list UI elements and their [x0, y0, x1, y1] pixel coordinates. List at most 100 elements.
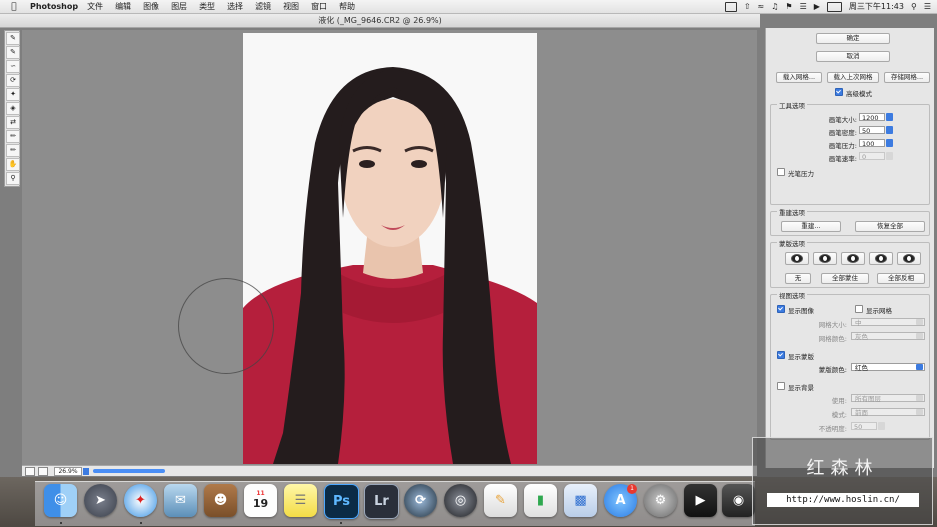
menu-layer[interactable]: 图层: [171, 1, 187, 12]
zoom-dropdown-arrow-icon[interactable]: [83, 467, 89, 475]
save-mesh-button[interactable]: 存储网格...: [884, 72, 930, 83]
chevron-down-icon: [916, 395, 923, 401]
photoshop-icon[interactable]: Ps: [324, 484, 359, 519]
mesh-size-select[interactable]: 中: [851, 318, 925, 327]
mask-color-value: 红色: [855, 364, 868, 372]
menu-filter[interactable]: 滤镜: [255, 1, 271, 12]
dvd-player-icon[interactable]: ◉: [722, 484, 755, 517]
spotlight-icon[interactable]: ⚲: [911, 2, 917, 11]
restore-all-button[interactable]: 恢复全部: [855, 221, 925, 232]
freeze-mask-tool-icon[interactable]: ✏: [6, 130, 20, 143]
menu-edit[interactable]: 编辑: [115, 1, 131, 12]
mask-subtract-button[interactable]: [841, 252, 865, 265]
load-last-mesh-button[interactable]: 载入上次网格: [827, 72, 879, 83]
calendar-date: 19: [252, 497, 269, 510]
reconstruct-button[interactable]: 重建...: [781, 221, 841, 232]
aperture-icon[interactable]: ◎: [444, 484, 477, 517]
push-left-tool-icon[interactable]: ⇄: [6, 116, 20, 129]
safari-icon[interactable]: ✦: [124, 484, 157, 517]
finder-icon[interactable]: ☺: [44, 484, 77, 517]
menu-image[interactable]: 图像: [143, 1, 159, 12]
flag-icon[interactable]: ⚑: [785, 2, 792, 11]
zoom-in-button[interactable]: [38, 466, 48, 476]
launchpad-icon[interactable]: ➤: [84, 484, 117, 517]
notification-center-icon[interactable]: ☰: [924, 2, 931, 11]
liquify-options-panel: 确定 取消 载入网格... 载入上次网格 存储网格... 高级模式 工具选项 画…: [765, 28, 934, 468]
show-mask-checkbox[interactable]: [777, 351, 785, 359]
mesh-color-select[interactable]: 灰色: [851, 332, 925, 341]
mask-none-button[interactable]: 无: [785, 273, 811, 284]
brush-rate-field[interactable]: 0: [859, 152, 885, 161]
final-cut-icon[interactable]: ▶: [684, 484, 717, 517]
smooth-tool-icon[interactable]: ∽: [6, 60, 20, 73]
mask-intersect-button[interactable]: [869, 252, 893, 265]
advanced-mode-checkbox[interactable]: [835, 88, 843, 96]
camera-icon[interactable]: [724, 1, 737, 12]
headset-icon[interactable]: ♫: [771, 2, 778, 11]
use-layer-select[interactable]: 所有图层: [851, 394, 925, 403]
keynote-icon[interactable]: ▩: [564, 484, 597, 517]
brush-size-stepper[interactable]: [886, 113, 893, 121]
brush-density-field[interactable]: 50: [859, 126, 885, 135]
app-store-badge: 1: [627, 484, 637, 494]
mode-select[interactable]: 前面: [851, 408, 925, 417]
ok-button[interactable]: 确定: [816, 33, 890, 44]
wifi-icon[interactable]: ☰: [800, 2, 807, 11]
menu-select[interactable]: 选择: [227, 1, 243, 12]
calendar-icon[interactable]: 11 19: [244, 484, 277, 517]
brush-pressure-stepper[interactable]: [886, 139, 893, 147]
mesh-size-label: 网格大小:: [818, 321, 847, 329]
wifi-warning-icon[interactable]: ≈: [758, 2, 765, 11]
clock[interactable]: 周三下午11:43: [849, 1, 904, 12]
contacts-icon[interactable]: ☻: [204, 484, 237, 517]
zoom-out-button[interactable]: [25, 466, 35, 476]
portrait-photo[interactable]: [243, 33, 537, 464]
forward-warp-tool-icon[interactable]: ✎: [6, 32, 20, 45]
volume-icon[interactable]: ▶: [814, 2, 820, 11]
lightroom-icon[interactable]: Lr: [364, 484, 399, 519]
brush-density-stepper[interactable]: [886, 126, 893, 134]
menu-type[interactable]: 类型: [199, 1, 215, 12]
notes-icon[interactable]: ☰: [284, 484, 317, 517]
stylus-pressure-checkbox[interactable]: [777, 168, 785, 176]
thaw-mask-tool-icon[interactable]: ✏: [6, 144, 20, 157]
brush-size-field[interactable]: 1200: [859, 113, 885, 122]
menu-view[interactable]: 视图: [283, 1, 299, 12]
brush-rate-stepper[interactable]: [886, 152, 893, 160]
mask-add-button[interactable]: [813, 252, 837, 265]
mask-replace-button[interactable]: [785, 252, 809, 265]
show-mesh-checkbox[interactable]: [855, 305, 863, 313]
time-machine-icon[interactable]: ⟳: [404, 484, 437, 517]
reconstruct-options-group: 重建选项 重建... 恢复全部: [770, 207, 930, 236]
mask-color-select[interactable]: 红色: [851, 363, 925, 372]
mask-invert-button[interactable]: [897, 252, 921, 265]
cancel-button[interactable]: 取消: [816, 51, 890, 62]
pages-icon[interactable]: ✎: [484, 484, 517, 517]
share-icon[interactable]: ⇧: [744, 2, 751, 11]
opacity-stepper[interactable]: [878, 422, 885, 430]
menu-window[interactable]: 窗口: [311, 1, 327, 12]
show-image-checkbox[interactable]: [777, 305, 785, 313]
mask-all-button[interactable]: 全部蒙住: [821, 273, 869, 284]
battery-icon[interactable]: [826, 1, 842, 12]
menu-help[interactable]: 帮助: [339, 1, 355, 12]
app-menu[interactable]: Photoshop: [30, 2, 78, 11]
zoom-tool-icon[interactable]: ⚲: [6, 172, 20, 185]
brush-pressure-field[interactable]: 100: [859, 139, 885, 148]
bloat-tool-icon[interactable]: ◈: [6, 102, 20, 115]
show-backdrop-checkbox[interactable]: [777, 382, 785, 390]
menu-file[interactable]: 文件: [87, 1, 103, 12]
twirl-tool-icon[interactable]: ⟳: [6, 74, 20, 87]
invert-all-button[interactable]: 全部反相: [877, 273, 925, 284]
mask-add-icon: [819, 254, 831, 263]
hand-tool-icon[interactable]: ✋: [6, 158, 20, 171]
load-mesh-button[interactable]: 载入网格...: [776, 72, 822, 83]
mail-icon[interactable]: ✉: [164, 484, 197, 517]
apple-menu-icon[interactable]: : [6, 2, 22, 12]
system-preferences-icon[interactable]: ⚙: [644, 484, 677, 517]
pucker-tool-icon[interactable]: ✦: [6, 88, 20, 101]
zoom-level-field[interactable]: 26.9%: [54, 466, 82, 476]
opacity-field[interactable]: 50: [851, 422, 877, 431]
reconstruct-tool-icon[interactable]: ✎: [6, 46, 20, 59]
numbers-icon[interactable]: ▮: [524, 484, 557, 517]
